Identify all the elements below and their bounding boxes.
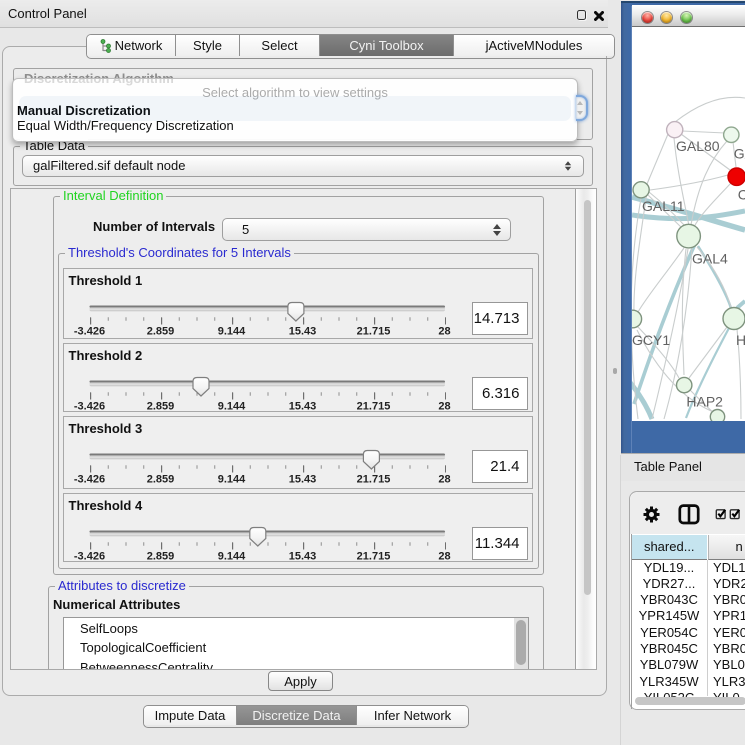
svg-text:9.144: 9.144 xyxy=(217,550,245,562)
svg-text:GCY1: GCY1 xyxy=(632,332,670,348)
svg-text:HAP2: HAP2 xyxy=(686,394,723,410)
svg-text:15.43: 15.43 xyxy=(288,550,316,562)
svg-text:GAL4: GAL4 xyxy=(692,251,728,267)
svg-text:2.859: 2.859 xyxy=(146,473,174,485)
svg-text:-3.426: -3.426 xyxy=(73,325,104,337)
svg-text:GAL11: GAL11 xyxy=(642,198,685,214)
svg-text:GA: GA xyxy=(734,146,745,162)
svg-text:21.715: 21.715 xyxy=(356,325,390,337)
svg-text:21.715: 21.715 xyxy=(356,550,390,562)
svg-text:2.859: 2.859 xyxy=(146,400,174,412)
svg-text:28: 28 xyxy=(438,473,450,485)
svg-text:2.859: 2.859 xyxy=(146,325,174,337)
svg-text:C: C xyxy=(738,187,745,203)
svg-text:9.144: 9.144 xyxy=(217,400,245,412)
svg-text:28: 28 xyxy=(438,400,450,412)
svg-text:-3.426: -3.426 xyxy=(73,473,104,485)
svg-text:GAL80: GAL80 xyxy=(676,138,720,154)
svg-text:9.144: 9.144 xyxy=(217,325,245,337)
svg-text:15.43: 15.43 xyxy=(288,473,316,485)
svg-text:H: H xyxy=(736,332,745,348)
svg-text:-3.426: -3.426 xyxy=(73,400,104,412)
svg-text:-3.426: -3.426 xyxy=(73,550,104,562)
svg-text:9.144: 9.144 xyxy=(217,473,245,485)
svg-text:28: 28 xyxy=(438,325,450,337)
svg-text:21.715: 21.715 xyxy=(356,473,390,485)
svg-text:15.43: 15.43 xyxy=(288,325,316,337)
svg-text:28: 28 xyxy=(438,550,450,562)
svg-text:2.859: 2.859 xyxy=(146,550,174,562)
svg-text:15.43: 15.43 xyxy=(288,400,316,412)
svg-text:21.715: 21.715 xyxy=(356,400,390,412)
